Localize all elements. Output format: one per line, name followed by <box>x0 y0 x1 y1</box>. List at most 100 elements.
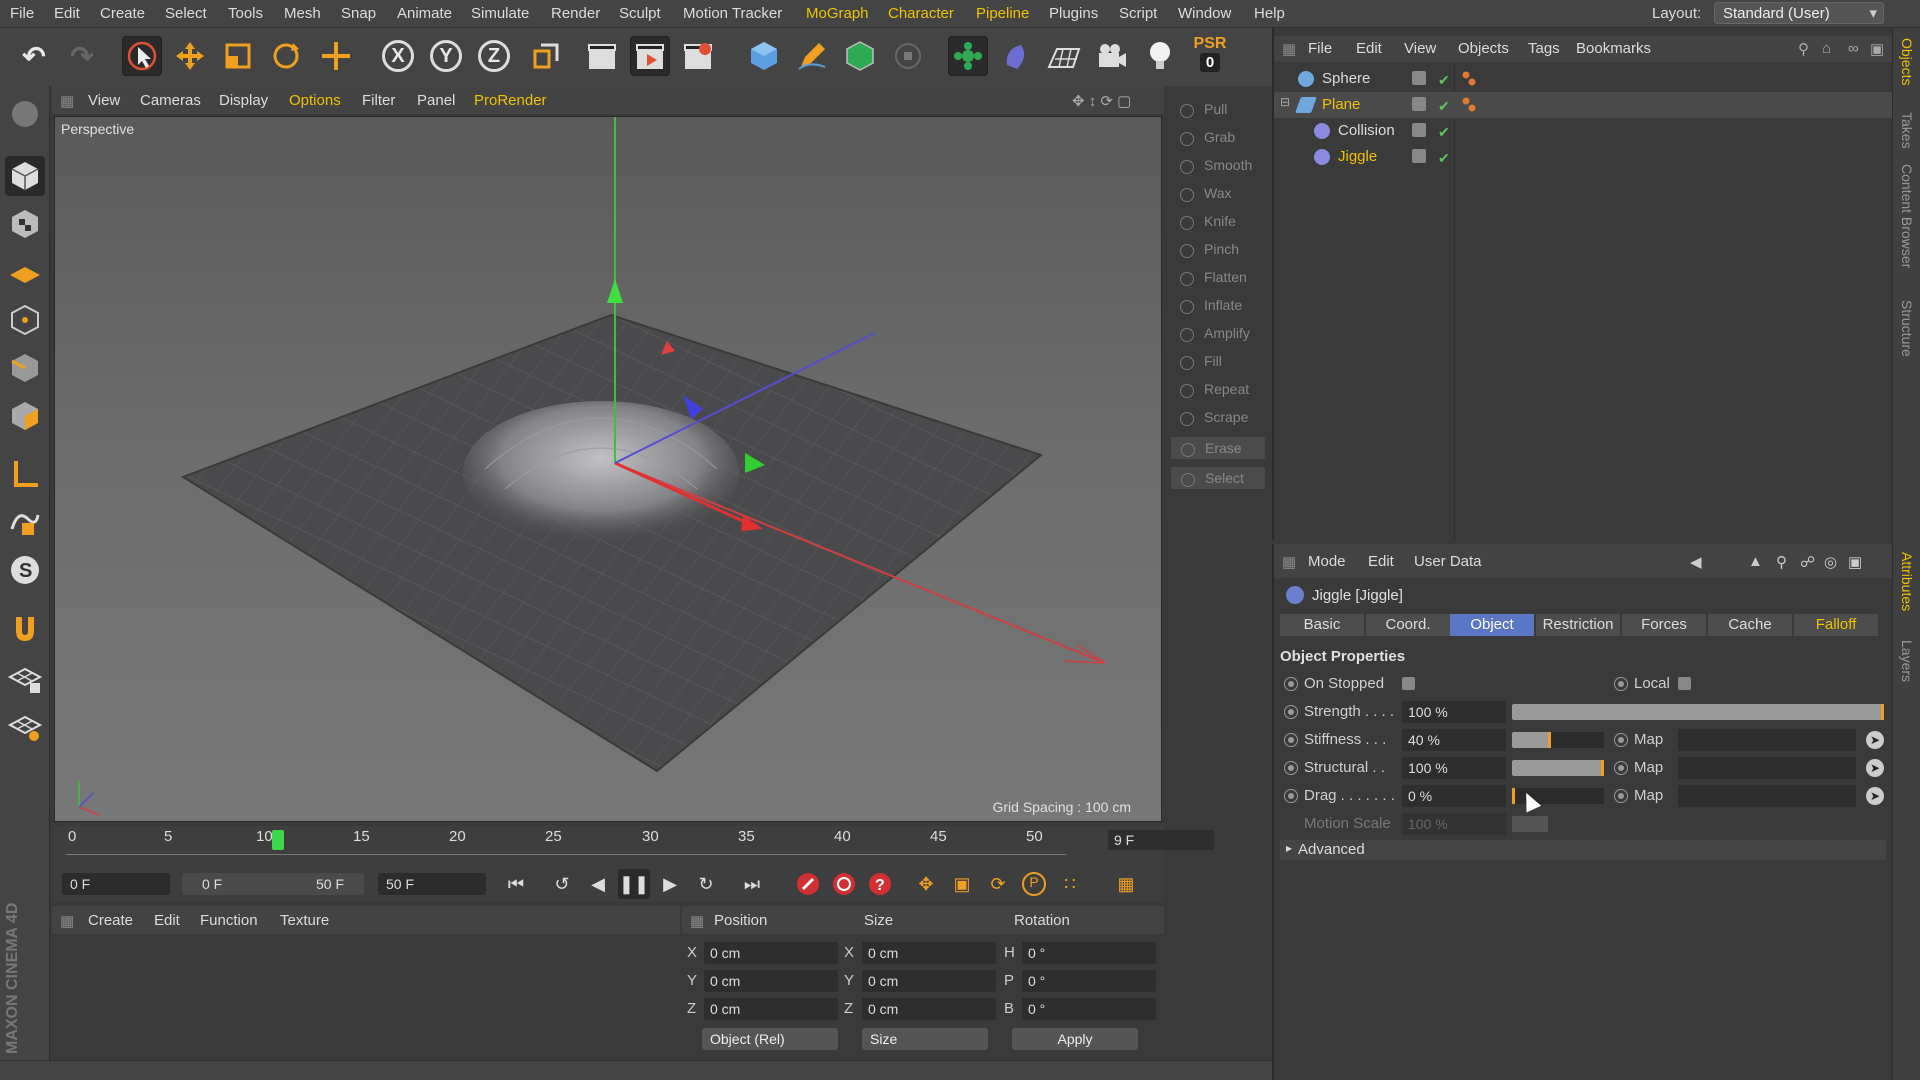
next-key-button[interactable]: ↻ <box>690 869 722 899</box>
target-icon[interactable]: ◎ <box>1824 553 1837 571</box>
previous-key-button[interactable]: ↺ <box>546 869 578 899</box>
tab-object[interactable]: Object <box>1450 614 1534 636</box>
vtab-content-browser[interactable]: Content Browser <box>1899 164 1915 268</box>
tab-falloff[interactable]: Falloff <box>1794 614 1878 636</box>
strength-slider[interactable] <box>1512 704 1884 720</box>
transform-tool-button[interactable] <box>316 36 356 76</box>
sculpt-repeat-button[interactable]: Repeat <box>1170 378 1266 402</box>
menu-help[interactable]: Help <box>1254 5 1285 22</box>
coordinate-mode-select[interactable]: Object (Rel) <box>702 1028 838 1050</box>
psr-button[interactable]: PSR 0 <box>1188 34 1232 78</box>
workplane-button[interactable] <box>5 252 45 292</box>
go-to-end-button[interactable]: ⏭ <box>736 869 768 899</box>
viewport-menu-panel[interactable]: Panel <box>417 92 455 109</box>
drag-map-field[interactable] <box>1678 785 1856 807</box>
move-tool-button[interactable] <box>170 36 210 76</box>
menu-sculpt[interactable]: Sculpt <box>619 5 661 22</box>
menu-edit[interactable]: Edit <box>54 5 80 22</box>
tab-basic[interactable]: Basic <box>1280 614 1364 636</box>
menu-snap[interactable]: Snap <box>341 5 376 22</box>
am-menu-mode[interactable]: Mode <box>1308 553 1346 570</box>
subdivision-button[interactable] <box>840 36 880 76</box>
render-view-button[interactable] <box>582 36 622 76</box>
stiffness-slider-grip[interactable] <box>1547 732 1551 748</box>
map-picker-icon[interactable]: ➤ <box>1866 731 1884 749</box>
home-icon[interactable]: ⌂ <box>1822 40 1831 57</box>
structural-slider[interactable] <box>1512 760 1604 776</box>
render-settings-button[interactable] <box>678 36 718 76</box>
rot-p-field[interactable]: 0 ° <box>1022 970 1156 992</box>
om-menu-tags[interactable]: Tags <box>1528 40 1560 57</box>
drag-field[interactable]: 0 % <box>1402 785 1506 807</box>
viewport-menu-filter[interactable]: Filter <box>362 92 395 109</box>
tab-coord[interactable]: Coord. <box>1366 614 1450 636</box>
key-pla-button[interactable]: ∷ <box>1054 869 1086 899</box>
select-tool-button[interactable] <box>122 36 162 76</box>
menu-plugins[interactable]: Plugins <box>1049 5 1098 22</box>
record-active-button[interactable] <box>792 869 824 899</box>
timeline-ruler[interactable]: 0 5 10 15 20 25 30 35 40 45 50 9 F <box>52 826 1214 866</box>
polygons-mode-button[interactable] <box>5 396 45 436</box>
key-scale-button[interactable]: ▣ <box>946 869 978 899</box>
om-menu-objects[interactable]: Objects <box>1458 40 1509 57</box>
menu-character[interactable]: Character <box>888 5 954 22</box>
tweak-mode-button[interactable] <box>5 502 45 542</box>
array-button[interactable] <box>888 36 928 76</box>
playhead-marker[interactable] <box>272 830 284 850</box>
menu-mograph[interactable]: MoGraph <box>806 5 869 22</box>
viewport-menu-options[interactable]: Options <box>289 92 341 109</box>
stiffness-slider[interactable] <box>1512 732 1604 748</box>
sculpt-select-button[interactable]: Select <box>1170 466 1266 490</box>
animate-radio-icon[interactable] <box>1284 761 1298 775</box>
menu-window[interactable]: Window <box>1178 5 1231 22</box>
y-axis-toggle[interactable]: Y <box>426 36 466 76</box>
structural-field[interactable]: 100 % <box>1402 757 1506 779</box>
key-parameter-button[interactable]: P <box>1018 869 1050 899</box>
animate-radio-icon[interactable] <box>1614 677 1628 691</box>
stiffness-map-field[interactable] <box>1678 729 1856 751</box>
vtab-takes[interactable]: Takes <box>1899 112 1915 149</box>
frame-range-slider[interactable]: 0 F 50 F <box>182 873 364 895</box>
am-menu-user-data[interactable]: User Data <box>1414 553 1482 570</box>
start-frame-field[interactable]: 0 F <box>62 873 170 895</box>
z-axis-toggle[interactable]: Z <box>474 36 514 76</box>
sculpt-erase-button[interactable]: Erase <box>1170 436 1266 460</box>
sculpt-flatten-button[interactable]: Flatten <box>1170 266 1266 290</box>
lock-workplane-button[interactable] <box>5 658 45 698</box>
menu-animate[interactable]: Animate <box>397 5 452 22</box>
edges-mode-button[interactable] <box>5 348 45 388</box>
drag-slider-grip[interactable] <box>1512 788 1515 804</box>
animate-radio-icon[interactable] <box>1284 677 1298 691</box>
mograph-cloner-button[interactable] <box>948 36 988 76</box>
viewport-menu-prorender[interactable]: ProRender <box>474 92 547 109</box>
key-rotation-button[interactable]: ⟳ <box>982 869 1014 899</box>
go-to-start-button[interactable]: ⏮ <box>500 869 532 899</box>
redo-button[interactable]: ↷ <box>62 36 102 76</box>
sculpt-grab-button[interactable]: Grab <box>1170 126 1266 150</box>
animate-radio-icon[interactable] <box>1614 733 1628 747</box>
light-button[interactable] <box>1140 36 1180 76</box>
render-picture-viewer-button[interactable] <box>630 36 670 76</box>
stiffness-field[interactable]: 40 % <box>1402 729 1506 751</box>
x-axis-toggle[interactable]: X <box>378 36 418 76</box>
timeline-window-button[interactable]: ▦ <box>1110 869 1142 899</box>
softbody-tag-icon[interactable] <box>1460 96 1478 114</box>
animate-radio-icon[interactable] <box>1614 761 1628 775</box>
layer-box[interactable] <box>1412 123 1426 137</box>
size-y-field[interactable]: 0 cm <box>862 970 996 992</box>
om-menu-edit[interactable]: Edit <box>1356 40 1382 57</box>
texture-mode-button[interactable] <box>5 204 45 244</box>
strength-field[interactable]: 100 % <box>1402 701 1506 723</box>
animate-radio-icon[interactable] <box>1614 789 1628 803</box>
sculpt-pull-button[interactable]: Pull <box>1170 98 1266 122</box>
planar-workplane-button[interactable] <box>5 706 45 746</box>
menu-create[interactable]: Create <box>100 5 145 22</box>
new-panel-icon[interactable]: ▣ <box>1870 40 1884 58</box>
object-row-plane[interactable]: ⊟ Plane ✔ <box>1274 92 1894 118</box>
enable-axis-button[interactable] <box>5 454 45 494</box>
rot-h-field[interactable]: 0 ° <box>1022 942 1156 964</box>
enabled-check-icon[interactable]: ✔ <box>1438 150 1450 167</box>
sculpt-smooth-button[interactable]: Smooth <box>1170 154 1266 178</box>
model-mode-button[interactable] <box>5 156 45 196</box>
search-icon[interactable]: ⚲ <box>1776 553 1787 571</box>
